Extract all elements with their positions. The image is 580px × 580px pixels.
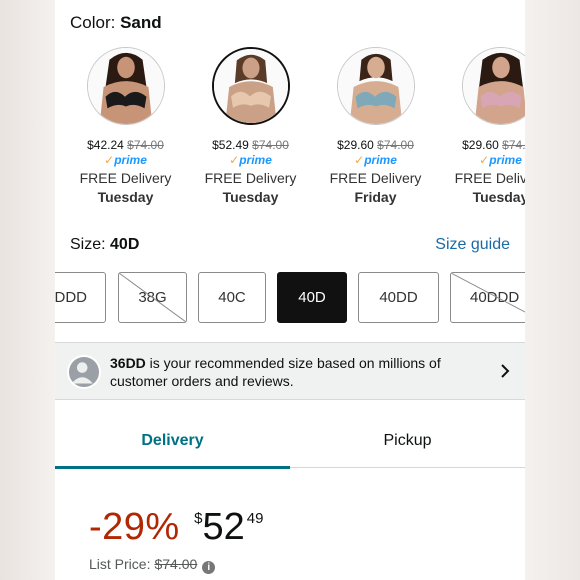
model-image-pink xyxy=(462,48,525,124)
delivery-text: FREE Delivery xyxy=(329,170,422,186)
size-option-40ddd[interactable]: 40DDD xyxy=(450,272,525,323)
selected-size-value: 40D xyxy=(110,236,140,253)
delivery-day: Friday xyxy=(354,189,397,205)
user-avatar-icon xyxy=(67,355,101,389)
swatch-image xyxy=(336,47,415,125)
swatch-image xyxy=(86,47,165,125)
swatch-price: $29.60 $74.00 xyxy=(462,138,525,152)
color-swatch-carousel[interactable]: $42.24 $74.00 ✓prime FREE Delivery Tuesd… xyxy=(55,45,525,215)
list-price-value: $74.00 xyxy=(154,556,198,572)
size-option-40c[interactable]: 40C xyxy=(198,272,266,323)
color-swatch-sand[interactable]: $52.49 $74.00 ✓prime FREE Delivery Tuesd… xyxy=(188,45,313,205)
delivery-text: FREE Delivery xyxy=(79,170,172,186)
discount-percentage: -29% xyxy=(89,506,180,548)
model-image-black xyxy=(87,48,164,124)
size-selection-label: Size: 40D xyxy=(70,236,140,253)
chevron-right-icon xyxy=(501,364,510,378)
unavailable-strike-icon xyxy=(119,273,186,322)
delivery-day: Tuesday xyxy=(97,189,154,205)
prime-badge: ✓prime xyxy=(354,153,397,167)
size-option-36ddd[interactable]: 36DDD xyxy=(55,272,106,323)
size-option-40d[interactable]: 40D xyxy=(277,272,347,323)
color-swatch-blue[interactable]: $29.60 $74.00 ✓prime FREE Delivery Frida… xyxy=(313,45,438,205)
color-selection-label: Color: Sand xyxy=(70,13,162,32)
swatch-price: $29.60 $74.00 xyxy=(337,138,414,152)
prime-badge: ✓prime xyxy=(479,153,522,167)
price-whole: 52 xyxy=(202,506,245,548)
size-option-38g[interactable]: 38G xyxy=(118,272,187,323)
model-image-blue xyxy=(337,48,414,124)
size-selector[interactable]: 36DDD 38G 40C 40D 40DD 40DDD xyxy=(55,272,525,324)
price-currency: $ xyxy=(194,510,203,527)
size-guide-link[interactable]: Size guide xyxy=(435,236,510,254)
tab-delivery[interactable]: Delivery xyxy=(55,418,290,469)
info-icon[interactable]: i xyxy=(202,561,216,574)
prime-badge: ✓prime xyxy=(104,153,147,167)
swatch-price: $52.49 $74.00 xyxy=(212,138,289,152)
delivery-day: Tuesday xyxy=(472,189,525,205)
unavailable-strike-icon xyxy=(451,273,525,313)
delivery-day: Tuesday xyxy=(222,189,279,205)
product-options-screen: Color: Sand $42.24 $74.00 ✓prime FREE De… xyxy=(55,0,525,580)
selected-color-value: Sand xyxy=(120,13,162,32)
size-option-40dd[interactable]: 40DD xyxy=(358,272,439,323)
swatch-image xyxy=(211,47,290,125)
color-swatch-pink[interactable]: $29.60 $74.00 ✓prime FREE Delivery Tuesd… xyxy=(438,45,525,205)
recommendation-text: 36DD is your recommended size based on m… xyxy=(110,355,441,389)
color-swatch-black[interactable]: $42.24 $74.00 ✓prime FREE Delivery Tuesd… xyxy=(63,45,188,205)
model-image-sand xyxy=(213,49,288,123)
list-price: List Price: $74.00 i xyxy=(89,556,216,574)
tab-pickup[interactable]: Pickup xyxy=(290,418,525,468)
recommended-size: 36DD xyxy=(110,355,146,371)
price-fraction: 49 xyxy=(246,510,264,527)
price-display: -29% $52 49 xyxy=(89,506,263,550)
delivery-text: FREE Delivery xyxy=(204,170,297,186)
prime-badge: ✓prime xyxy=(229,153,272,167)
delivery-text: FREE Delivery xyxy=(454,170,525,186)
fulfillment-tabs: Delivery Pickup xyxy=(55,418,525,469)
swatch-price: $42.24 $74.00 xyxy=(87,138,164,152)
swatch-image xyxy=(461,47,525,125)
size-recommendation-banner[interactable]: 36DD is your recommended size based on m… xyxy=(55,342,525,400)
